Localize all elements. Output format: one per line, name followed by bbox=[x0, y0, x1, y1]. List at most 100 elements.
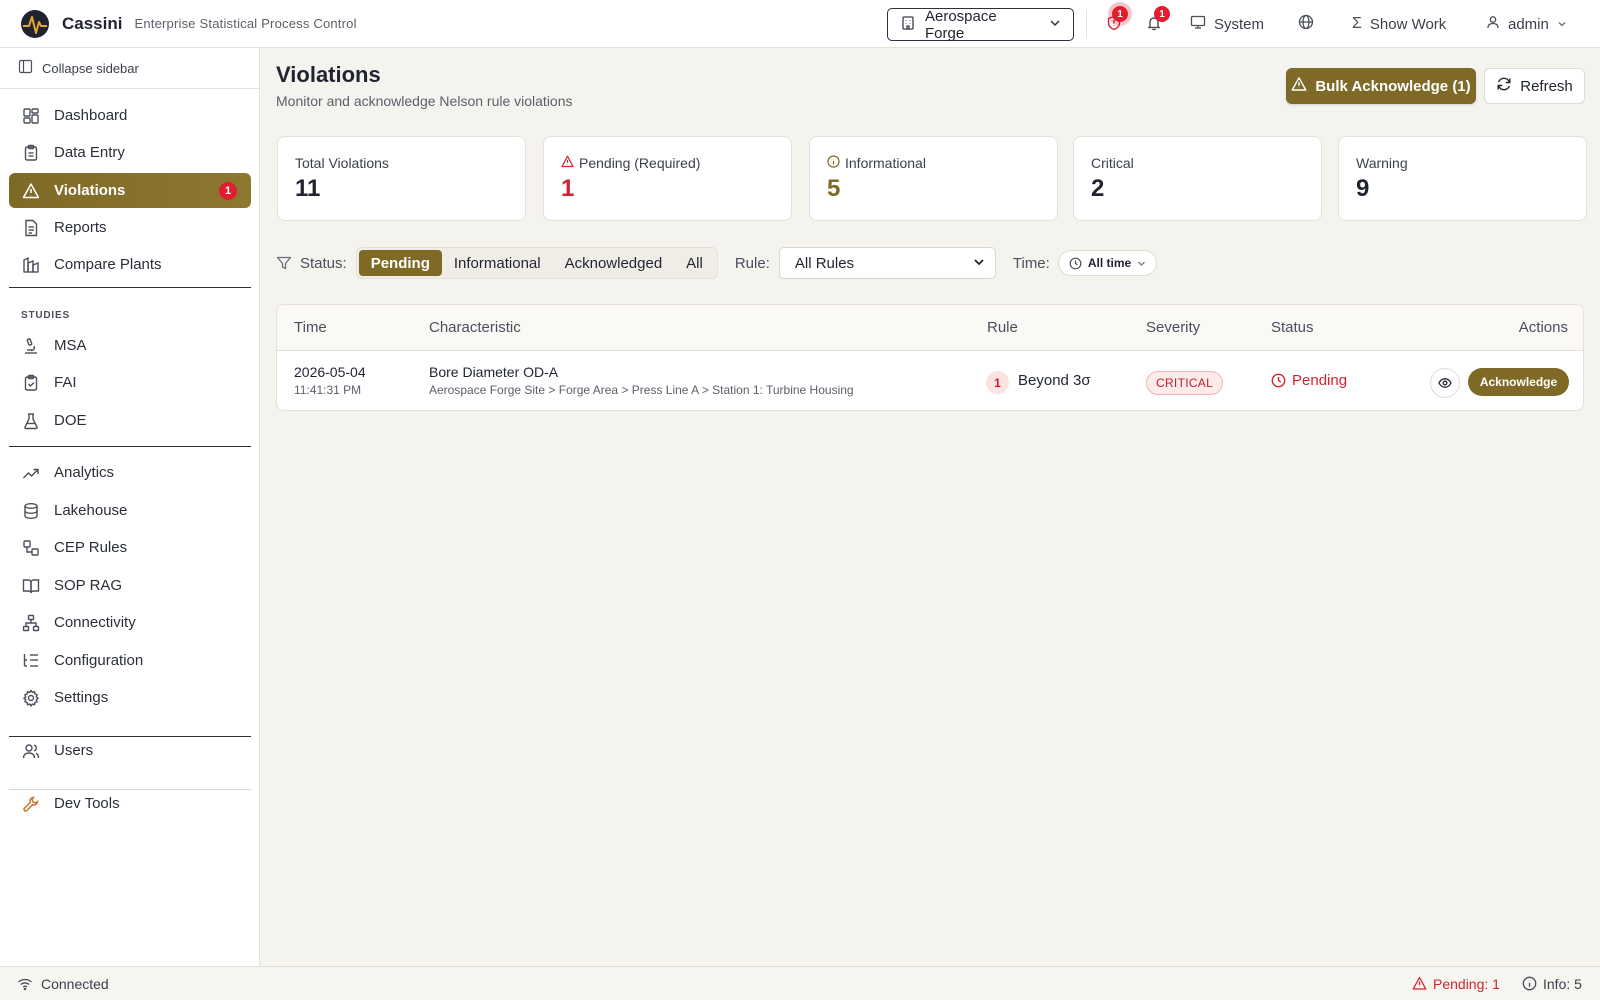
sidebar-item-settings[interactable]: Settings bbox=[9, 680, 251, 715]
notifications-badge: 1 bbox=[1154, 6, 1170, 22]
top-bar: Cassini Enterprise Statistical Process C… bbox=[0, 0, 1600, 48]
system-button[interactable]: System bbox=[1190, 12, 1264, 36]
status-filter-informational[interactable]: Informational bbox=[442, 250, 553, 276]
sidebar-item-reports[interactable]: Reports bbox=[9, 210, 251, 245]
chevron-down-icon bbox=[1557, 16, 1567, 33]
column-header-time[interactable]: Time bbox=[294, 319, 327, 336]
stat-card-warning: Warning 9 bbox=[1338, 136, 1587, 221]
sidebar-item-data-entry[interactable]: Data Entry bbox=[9, 135, 251, 170]
show-work-label: Show Work bbox=[1369, 15, 1447, 33]
show-work-button[interactable]: Σ Show Work bbox=[1352, 12, 1446, 36]
chevron-down-icon bbox=[1137, 259, 1146, 268]
sidebar-item-doe[interactable]: DOE bbox=[9, 403, 251, 438]
dashboard-icon bbox=[21, 106, 41, 126]
sidebar-item-lakehouse[interactable]: Lakehouse bbox=[9, 493, 251, 528]
sidebar-item-label: Analytics bbox=[54, 464, 115, 481]
violations-badge: 1 bbox=[1112, 6, 1128, 22]
time-filter-value: All time bbox=[1087, 256, 1132, 270]
view-details-button[interactable] bbox=[1430, 368, 1460, 398]
stat-card-total: Total Violations 11 bbox=[277, 136, 526, 221]
sidebar-item-analytics[interactable]: Analytics bbox=[9, 455, 251, 490]
sidebar-item-dev-tools[interactable]: Dev Tools bbox=[9, 786, 251, 821]
rule-select[interactable]: All Rules bbox=[778, 247, 996, 279]
time-filter-label: Time: bbox=[1012, 254, 1050, 272]
refresh-button[interactable]: Refresh bbox=[1484, 68, 1585, 104]
refresh-icon bbox=[1496, 76, 1512, 96]
status-bar: Connected Pending: 1 Info: 5 bbox=[0, 966, 1600, 1000]
sidebar-item-dashboard[interactable]: Dashboard bbox=[9, 98, 251, 133]
acknowledge-button[interactable]: Acknowledge bbox=[1468, 368, 1569, 396]
pending-status[interactable]: Pending: 1 bbox=[1412, 976, 1500, 992]
page-title: Violations bbox=[276, 62, 381, 87]
status-filter-all[interactable]: All bbox=[674, 250, 715, 276]
stat-card-informational: Informational 5 bbox=[809, 136, 1058, 221]
column-header-rule[interactable]: Rule bbox=[987, 319, 1018, 336]
notifications-button[interactable]: 1 bbox=[1142, 6, 1170, 36]
sidebar-item-label: SOP RAG bbox=[54, 577, 123, 594]
violation-time: 11:41:31 PM bbox=[294, 383, 362, 397]
sidebar-item-sop-rag[interactable]: SOP RAG bbox=[9, 568, 251, 603]
user-menu[interactable]: admin bbox=[1486, 12, 1567, 36]
cassini-logo-icon[interactable] bbox=[20, 9, 50, 39]
characteristic-path: Aerospace Forge Site > Forge Area > Pres… bbox=[429, 383, 854, 397]
time-filter-button[interactable]: All time bbox=[1057, 250, 1158, 276]
sidebar-item-cep-rules[interactable]: CEP Rules bbox=[9, 530, 251, 565]
language-button[interactable] bbox=[1298, 12, 1314, 36]
stat-value: 5 bbox=[827, 175, 841, 202]
sidebar-item-label: Reports bbox=[54, 219, 107, 236]
sidebar-divider bbox=[9, 287, 251, 288]
globe-icon bbox=[1298, 14, 1314, 34]
sidebar-item-label: Compare Plants bbox=[54, 256, 162, 273]
plant-name: Aerospace Forge bbox=[925, 7, 997, 42]
plant-selector[interactable]: Aerospace Forge bbox=[887, 7, 1074, 42]
sidebar-item-label: MSA bbox=[54, 337, 87, 354]
sidebar-item-label: Users bbox=[54, 742, 94, 759]
bulk-acknowledge-button[interactable]: Bulk Acknowledge (1) bbox=[1286, 68, 1476, 104]
refresh-label: Refresh bbox=[1520, 77, 1573, 95]
panel-left-icon bbox=[18, 59, 33, 77]
violations-table: Time Characteristic Rule Severity Status… bbox=[276, 304, 1584, 411]
factory-icon bbox=[21, 255, 41, 275]
sidebar: Collapse sidebar Dashboard Data Entry Vi… bbox=[0, 48, 260, 966]
users-icon bbox=[21, 741, 41, 761]
database-icon bbox=[21, 501, 41, 521]
status-filter-acknowledged[interactable]: Acknowledged bbox=[553, 250, 675, 276]
sidebar-item-compare-plants[interactable]: Compare Plants bbox=[9, 247, 251, 282]
studies-heading: STUDIES bbox=[21, 310, 70, 321]
sidebar-item-label: Violations bbox=[54, 182, 126, 199]
status-pending: Pending bbox=[1271, 372, 1347, 389]
info-status[interactable]: Info: 5 bbox=[1522, 976, 1582, 992]
network-icon bbox=[21, 613, 41, 633]
file-text-icon bbox=[21, 218, 41, 238]
rule-number-badge: 1 bbox=[986, 371, 1009, 394]
stat-label: Informational bbox=[845, 155, 926, 171]
sidebar-item-connectivity[interactable]: Connectivity bbox=[9, 605, 251, 640]
sidebar-item-configuration[interactable]: Configuration bbox=[9, 643, 251, 678]
sidebar-item-fai[interactable]: FAI bbox=[9, 365, 251, 400]
user-name: admin bbox=[1508, 15, 1549, 33]
sidebar-item-users[interactable]: Users bbox=[9, 733, 251, 768]
list-tree-icon bbox=[21, 651, 41, 671]
sidebar-item-label: Settings bbox=[54, 689, 109, 706]
sidebar-item-msa[interactable]: MSA bbox=[9, 328, 251, 363]
violations-alert-button[interactable]: 1 bbox=[1102, 6, 1128, 36]
collapse-sidebar-button[interactable]: Collapse sidebar bbox=[0, 48, 259, 89]
sidebar-item-violations[interactable]: Violations 1 bbox=[9, 173, 251, 208]
column-header-status[interactable]: Status bbox=[1271, 319, 1314, 336]
sidebar-item-label: Data Entry bbox=[54, 144, 125, 161]
sidebar-item-label: Configuration bbox=[54, 652, 144, 669]
clipboard-check-icon bbox=[21, 373, 41, 393]
microscope-icon bbox=[21, 336, 41, 356]
table-row[interactable]: 2026-05-04 11:41:31 PM Bore Diameter OD-… bbox=[277, 351, 1583, 410]
column-header-severity[interactable]: Severity bbox=[1146, 319, 1200, 336]
building-icon bbox=[900, 15, 916, 35]
status-filter-pending[interactable]: Pending bbox=[358, 250, 442, 276]
characteristic-name[interactable]: Bore Diameter OD-A bbox=[429, 364, 558, 380]
violation-date: 2026-05-04 bbox=[294, 364, 366, 380]
wrench-icon bbox=[21, 794, 41, 814]
connection-label: Connected bbox=[41, 975, 109, 992]
table-header: Time Characteristic Rule Severity Status… bbox=[277, 305, 1583, 351]
stat-card-pending: Pending (Required) 1 bbox=[543, 136, 792, 221]
column-header-characteristic[interactable]: Characteristic bbox=[429, 319, 521, 336]
warning-icon bbox=[21, 181, 41, 201]
